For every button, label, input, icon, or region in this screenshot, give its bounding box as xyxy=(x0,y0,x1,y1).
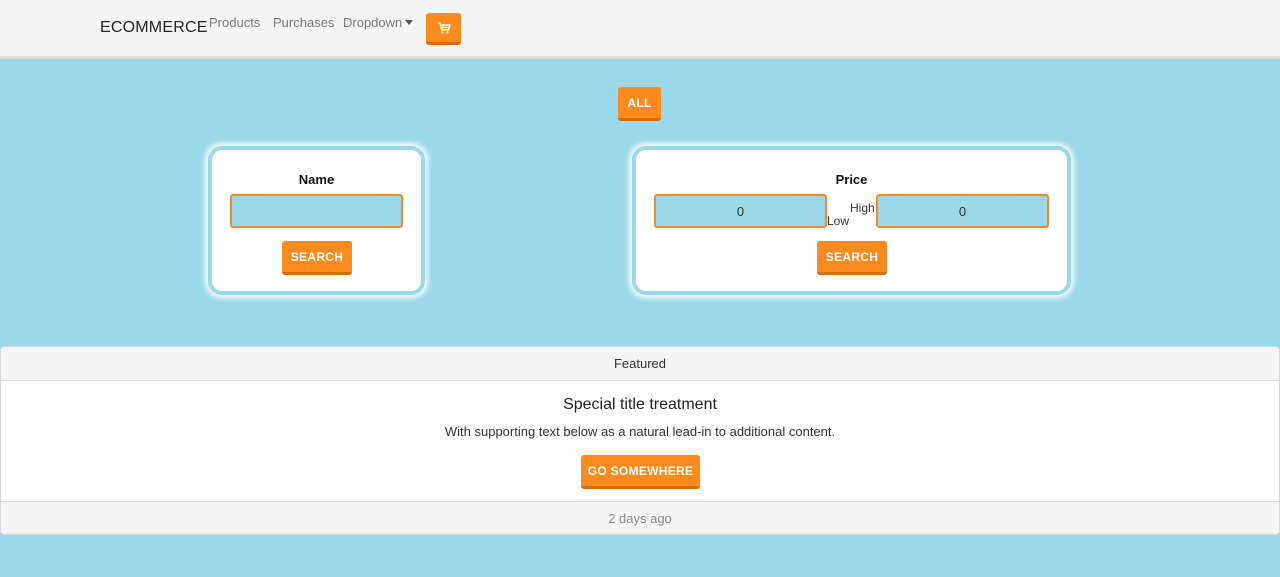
navbar: ECOMMERCE Products Purchases Dropdown xyxy=(0,0,1280,59)
go-somewhere-button[interactable]: GO SOMEWHERE xyxy=(581,455,700,489)
name-input[interactable] xyxy=(230,194,403,228)
caret-down-icon xyxy=(405,20,414,25)
brand-logo[interactable]: ECOMMERCE xyxy=(100,19,208,37)
card-footer: 2 days ago xyxy=(1,501,1279,534)
price-search-button[interactable]: SEARCH xyxy=(817,241,887,275)
cart-icon xyxy=(437,21,451,34)
price-panel-title: Price xyxy=(835,172,868,187)
cart-button[interactable] xyxy=(426,13,461,45)
price-low-label: Low xyxy=(827,214,850,228)
nav-link-purchases[interactable]: Purchases xyxy=(273,15,334,30)
all-button[interactable]: ALL xyxy=(618,87,661,121)
price-high-input[interactable]: 0 xyxy=(876,194,1049,228)
card-header: Featured xyxy=(1,347,1279,381)
price-low-input[interactable]: 0 xyxy=(654,194,827,228)
price-search-panel: Price 0 Low High 0 SEARCH xyxy=(632,146,1071,295)
nav-dropdown-label: Dropdown xyxy=(343,15,403,30)
nav-dropdown[interactable]: Dropdown xyxy=(343,15,414,30)
nav-link-products[interactable]: Products xyxy=(209,15,260,30)
price-high-label: High xyxy=(850,201,875,215)
card-text: With supporting text below as a natural … xyxy=(444,424,836,439)
card-title: Special title treatment xyxy=(563,396,717,413)
name-search-panel: Name SEARCH xyxy=(208,146,425,295)
name-search-button[interactable]: SEARCH xyxy=(282,241,352,275)
featured-card: Featured Special title treatment With su… xyxy=(0,346,1280,535)
name-panel-title: Name xyxy=(298,172,335,187)
